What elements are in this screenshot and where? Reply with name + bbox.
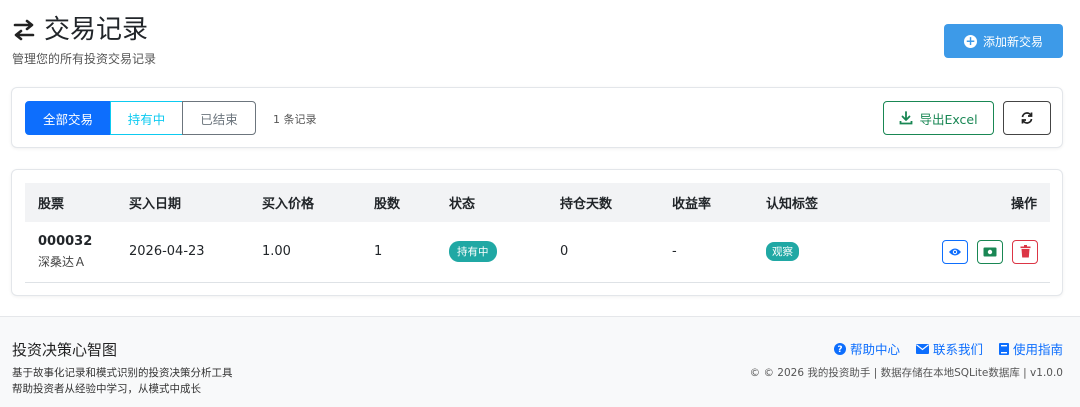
col-return-rate: 收益率: [672, 197, 712, 212]
refresh-icon: [1021, 112, 1033, 124]
table-row: 000032 深桑达Ａ 2026-04-23 1.00 1 持有中 0 - 观察: [25, 222, 1050, 282]
plus-circle-icon: +: [963, 33, 977, 48]
actions-cell: [916, 222, 1050, 282]
contact-us-label: 联系我们: [932, 342, 983, 357]
footer-desc-line-1: 基于故事化记录和模式识别的投资决策分析工具: [12, 367, 233, 379]
sell-button[interactable]: [977, 239, 1003, 264]
status-cell: 持有中: [449, 222, 560, 282]
filter-holding-button[interactable]: 持有中: [110, 101, 183, 135]
col-days-held: 持仓天数: [560, 197, 613, 212]
buy-price: 1.00: [262, 244, 291, 260]
transactions-table-card: 股票 买入日期 买入价格 股数 状态 持仓天数 收益率 认知标签 操作 0000…: [11, 169, 1063, 296]
help-center-label: 帮助中心: [849, 342, 900, 357]
page-subtitle: 管理您的所有投资交易记录: [12, 52, 157, 66]
filter-closed-button[interactable]: 已结束: [182, 101, 256, 135]
stock-name: 深桑达Ａ: [38, 254, 87, 269]
footer-description: 基于故事化记录和模式识别的投资决策分析工具 帮助投资者从经验中学习，从模式中成长: [12, 365, 233, 397]
help-center-link[interactable]: ? 帮助中心: [833, 339, 900, 358]
footer-desc-line-2: 帮助投资者从经验中学习，从模式中成长: [12, 383, 201, 395]
footer-title: 投资决策心智图: [12, 341, 118, 359]
filter-bar: 全部交易 持有中 已结束 1 条记录 导出Excel: [11, 87, 1063, 148]
page-header: 交易记录 管理您的所有投资交易记录 + 添加新交易: [12, 14, 1063, 69]
col-buy-price: 买入价格: [262, 197, 315, 212]
col-actions: 操作: [1010, 197, 1037, 212]
question-circle-icon: ?: [833, 342, 846, 355]
col-tag: 认知标签: [766, 197, 819, 212]
book-icon: [998, 342, 1009, 355]
user-guide-link[interactable]: 使用指南: [998, 339, 1063, 358]
add-transaction-button[interactable]: + 添加新交易: [944, 24, 1063, 58]
delete-button[interactable]: [1012, 239, 1038, 264]
days-held: 0: [560, 244, 569, 260]
col-stock: 股票: [38, 197, 65, 212]
trash-icon: [1020, 245, 1030, 258]
cognitive-tag-badge: 观察: [766, 242, 799, 262]
swap-arrows-icon: [13, 19, 35, 41]
record-count: 1 条记录: [273, 113, 317, 126]
add-transaction-label: 添加新交易: [982, 34, 1043, 49]
footer-links: ? 帮助中心 联系我们 使用指南: [833, 339, 1063, 358]
download-icon: [900, 111, 913, 125]
filter-all-button[interactable]: 全部交易: [25, 101, 111, 135]
page-title: 交易记录: [44, 15, 149, 45]
tag-cell: 观察: [766, 222, 916, 282]
shares: 1: [374, 244, 383, 260]
user-guide-label: 使用指南: [1012, 342, 1063, 357]
refresh-button[interactable]: [1003, 101, 1051, 135]
col-buy-date: 买入日期: [129, 197, 182, 212]
svg-text:?: ?: [837, 345, 842, 355]
col-status: 状态: [449, 197, 476, 212]
cash-icon: [983, 247, 997, 257]
status-badge: 持有中: [449, 241, 497, 263]
buy-date: 2026-04-23: [129, 244, 205, 260]
stock-cell: 000032 深桑达Ａ: [25, 222, 129, 282]
table-header-row: 股票 买入日期 买入价格 股数 状态 持仓天数 收益率 认知标签 操作: [25, 183, 1050, 222]
eye-icon: [949, 248, 961, 256]
return-rate: -: [672, 244, 677, 260]
copyright-text: © © 2026 我的投资助手 | 数据存储在本地SQLite数据库 | v1.…: [749, 367, 1063, 379]
status-filter-group: 全部交易 持有中 已结束: [25, 101, 256, 135]
stock-code: 000032: [38, 233, 93, 249]
envelope-icon: [915, 343, 929, 354]
contact-us-link[interactable]: 联系我们: [915, 339, 983, 358]
transactions-table: 股票 买入日期 买入价格 股数 状态 持仓天数 收益率 认知标签 操作 0000…: [25, 183, 1050, 283]
view-button[interactable]: [942, 239, 968, 264]
col-shares: 股数: [374, 197, 401, 212]
export-excel-button[interactable]: 导出Excel: [883, 101, 994, 135]
export-excel-label: 导出Excel: [919, 111, 978, 127]
page-footer: 投资决策心智图 基于故事化记录和模式识别的投资决策分析工具 帮助投资者从经验中学…: [0, 316, 1080, 407]
